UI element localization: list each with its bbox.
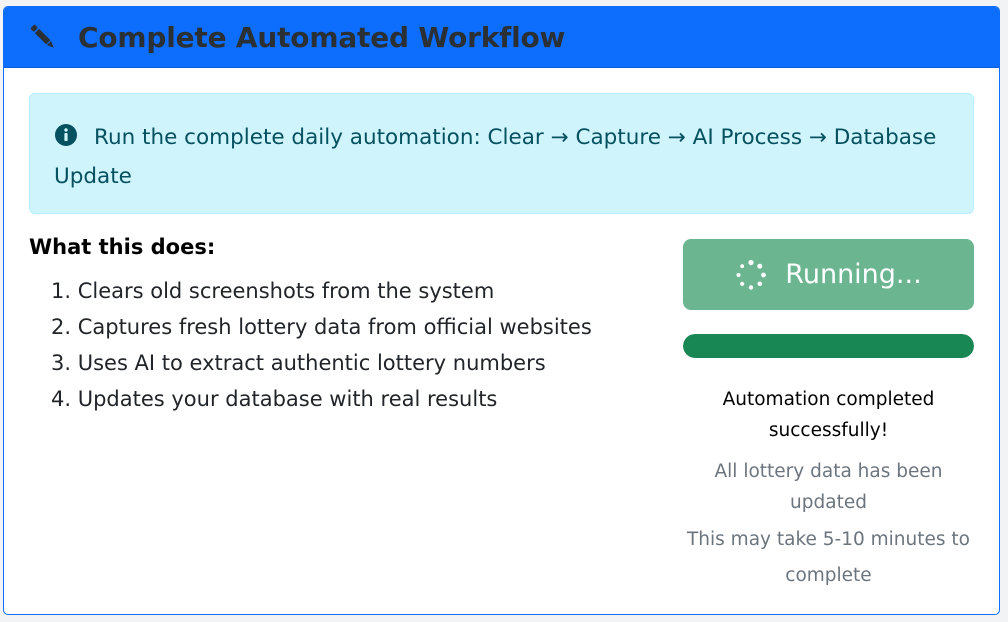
workflow-card: Complete Automated Workflow Run the comp… (3, 6, 1000, 615)
duration-note: This may take 5-10 minutes to complete (687, 529, 970, 586)
alert-text: Run the complete daily automation: Clear… (54, 125, 937, 189)
progress-bar (683, 334, 974, 358)
run-panel: Running... Automation completed successf… (683, 239, 974, 594)
list-item: 3. Uses AI to extract authentic lottery … (51, 351, 546, 375)
card-title: Complete Automated Workflow (78, 20, 566, 54)
progress-fill (683, 334, 974, 358)
spinner-icon (735, 259, 767, 291)
run-button-label: Running... (785, 259, 922, 290)
list-item: 4. Updates your database with real resul… (51, 387, 498, 411)
info-circle-icon (54, 123, 78, 159)
list-item: 1. Clears old screenshots from the syste… (51, 279, 495, 303)
list-item: 2. Captures fresh lottery data from offi… (51, 315, 592, 339)
info-alert: Run the complete daily automation: Clear… (29, 93, 974, 214)
status-message: Automation completed successfully! (722, 389, 935, 441)
pencil-icon (26, 20, 60, 54)
card-header: Complete Automated Workflow (4, 7, 999, 68)
steps-list: 1. Clears old screenshots from the syste… (29, 273, 649, 417)
status-detail: All lottery data has been updated (714, 461, 943, 513)
details-title: What this does: (29, 235, 216, 259)
details-section: What this does: 1. Clears old screenshot… (29, 235, 649, 417)
run-automation-button[interactable]: Running... (683, 239, 974, 310)
